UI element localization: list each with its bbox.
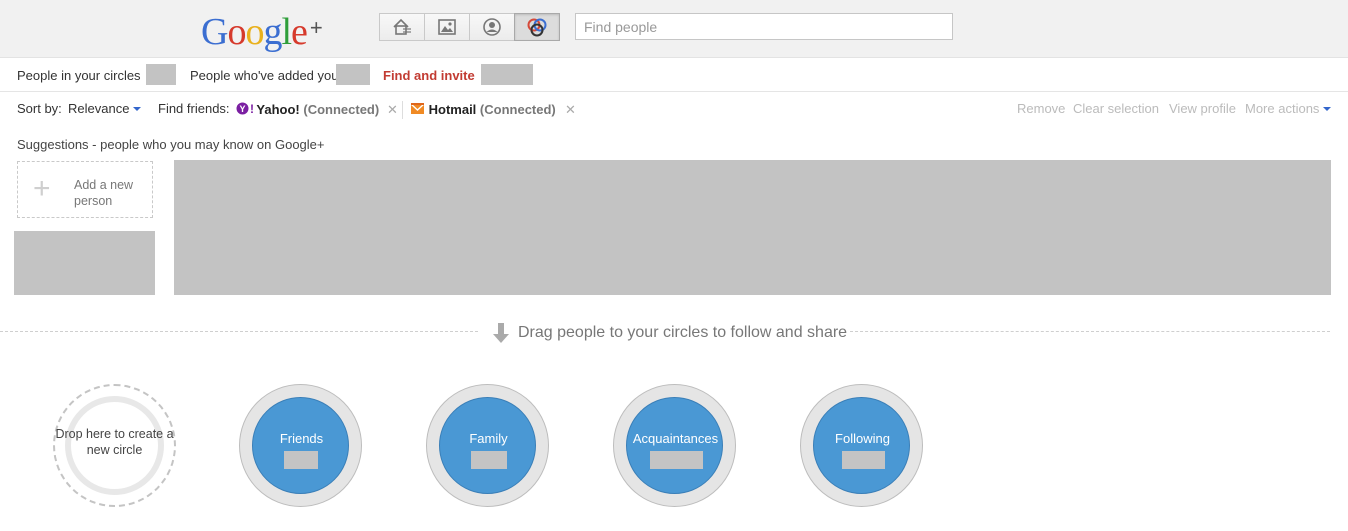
find-and-invite-count [481, 64, 533, 85]
person-card-placeholder[interactable] [14, 231, 155, 295]
tab-people-added-you[interactable]: People who've added you [190, 68, 338, 83]
google-plus-logo[interactable]: Google + [201, 6, 323, 53]
sort-label: Sort by: [17, 101, 62, 116]
svg-text:Y: Y [239, 104, 245, 114]
circle-following[interactable]: Following [800, 384, 923, 507]
suggestions-list[interactable] [174, 160, 1331, 295]
divider [850, 331, 1330, 332]
drag-hint: Drag people to your circles to follow an… [518, 324, 848, 341]
circle-count [471, 451, 507, 469]
hotmail-provider[interactable]: Hotmail (Connected) [410, 102, 556, 117]
new-circle-dropzone[interactable]: Drop here to create a new circle [53, 384, 176, 507]
circles-tabs: People in your circles People who've add… [0, 58, 1348, 92]
toolbar: Sort by: Relevance Find friends: Y! Yaho… [0, 92, 1348, 126]
hotmail-status: (Connected) [479, 102, 556, 117]
people-in-circles-count [146, 64, 176, 85]
yahoo-label: Yahoo! [256, 102, 300, 117]
logo-wordmark: Google [201, 11, 308, 53]
logo-letter: o [245, 11, 264, 53]
sort-dropdown[interactable]: Relevance [68, 101, 142, 116]
svg-text:!: ! [250, 102, 253, 115]
find-friends-label: Find friends: [158, 101, 230, 116]
plus-icon: + [33, 172, 51, 205]
hotmail-label: Hotmail [428, 102, 477, 117]
sort-value: Relevance [68, 101, 130, 116]
remove-button[interactable]: Remove [1017, 101, 1065, 116]
yahoo-icon: Y! [236, 102, 254, 116]
more-actions-label: More actions [1245, 101, 1320, 116]
profile-icon[interactable] [469, 13, 515, 41]
chevron-down-icon [133, 107, 142, 111]
tab-find-and-invite[interactable]: Find and invite [383, 68, 475, 83]
new-circle-label: Drop here to create a new circle [55, 427, 174, 457]
logo-plus: + [309, 15, 323, 40]
divider [0, 331, 478, 332]
circle-inner: Friends [252, 397, 349, 494]
remove-hotmail-close-icon[interactable]: ✕ [565, 102, 576, 118]
circles-icon[interactable] [514, 13, 560, 41]
add-new-person-button[interactable]: + Add a new person [17, 161, 153, 218]
logo-letter: G [201, 11, 228, 53]
yahoo-provider[interactable]: Y! Yahoo! (Connected) [236, 102, 379, 117]
circle-friends[interactable]: Friends [239, 384, 362, 507]
more-actions-dropdown[interactable]: More actions [1245, 101, 1332, 116]
main-nav [379, 13, 560, 41]
logo-letter: e [291, 11, 308, 53]
arrow-down-icon [493, 323, 509, 343]
tab-people-in-circles[interactable]: People in your circles [17, 68, 141, 83]
logo-letter: g [263, 11, 282, 53]
home-stream-icon[interactable] [379, 13, 425, 41]
remove-yahoo-close-icon[interactable]: ✕ [387, 102, 398, 118]
logo-letter: o [227, 11, 246, 53]
circle-acquaintances[interactable]: Acquaintances [613, 384, 736, 507]
suggestions-title: Suggestions - people who you may know on… [17, 137, 325, 152]
top-bar: Google + [0, 0, 1348, 58]
view-profile-button[interactable]: View profile [1169, 101, 1236, 116]
circle-inner: Acquaintances [626, 397, 723, 494]
circle-count [284, 451, 318, 469]
hotmail-icon [410, 103, 425, 114]
divider [402, 101, 403, 119]
yahoo-status: (Connected) [303, 102, 380, 117]
circle-name: Following [835, 431, 890, 446]
circle-count [842, 451, 885, 469]
circle-name: Acquaintances [632, 431, 719, 446]
logo-letter: l [281, 11, 292, 53]
circle-count [650, 451, 703, 469]
people-added-you-count [336, 64, 370, 85]
add-new-person-label: Add a new person [74, 178, 134, 208]
clear-selection-button[interactable]: Clear selection [1073, 101, 1159, 116]
find-people-input[interactable] [575, 13, 953, 40]
circle-name: Family [469, 431, 508, 446]
circle-family[interactable]: Family [426, 384, 549, 507]
circle-inner: Family [439, 397, 536, 494]
circle-inner: Following [813, 397, 910, 494]
photos-icon[interactable] [424, 13, 470, 41]
circle-name: Friends [279, 431, 324, 446]
chevron-down-icon [1323, 107, 1332, 111]
